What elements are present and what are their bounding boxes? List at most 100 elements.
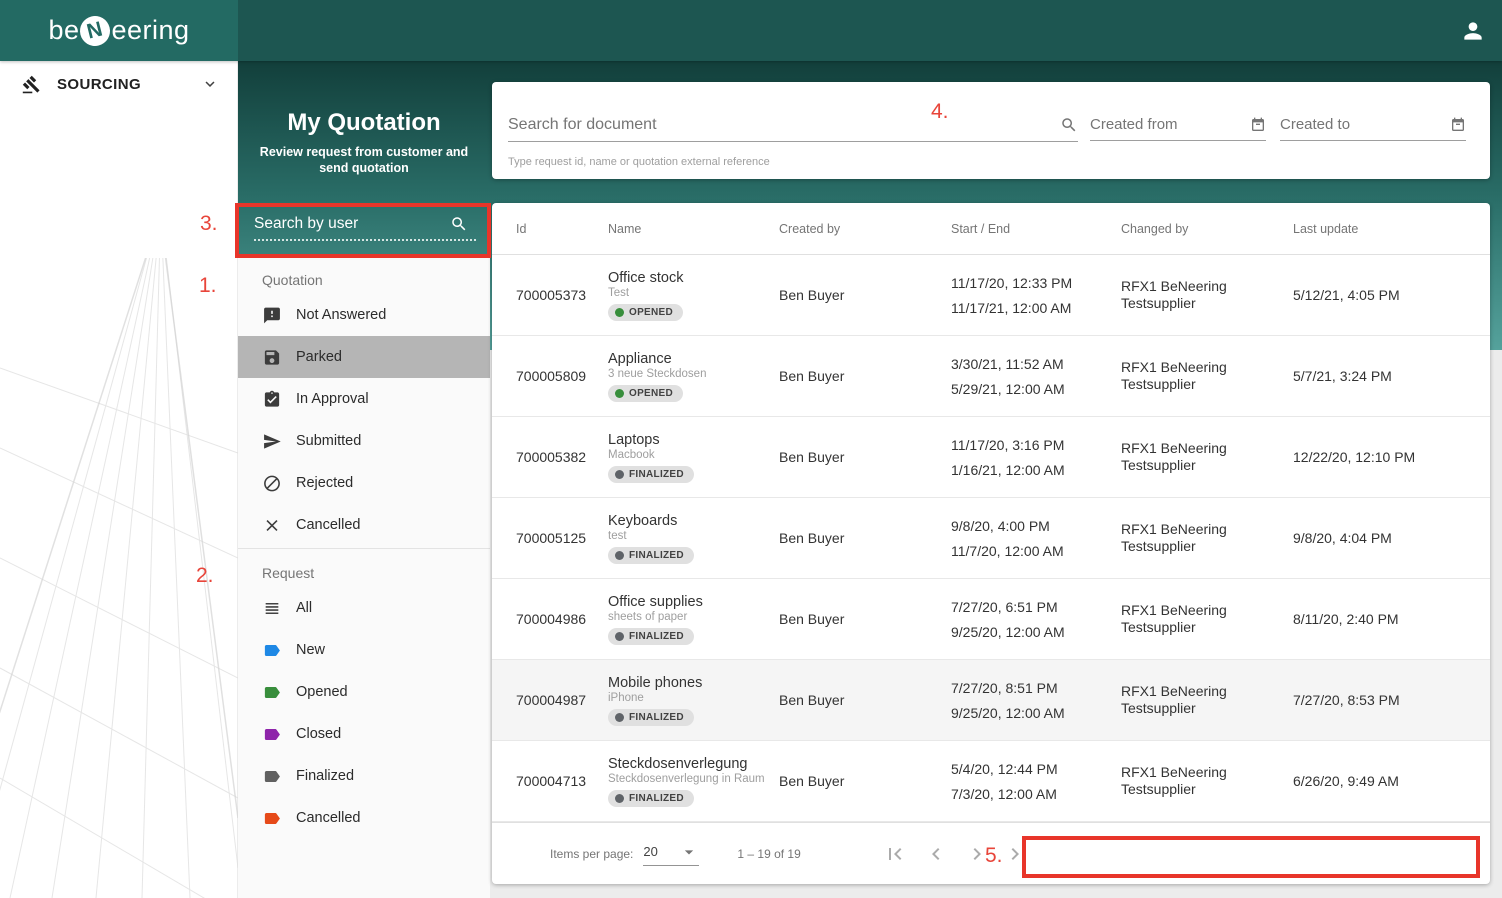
status-badge: FINALIZED	[608, 790, 694, 807]
label-icon	[262, 767, 282, 786]
cell-name: Office stock Test OPENED	[608, 270, 779, 321]
request-section-label: Request	[238, 549, 490, 587]
user-account-button[interactable]	[1460, 18, 1486, 44]
table-row[interactable]: 700004713 Steckdosenverlegung Steckdosen…	[492, 741, 1490, 822]
menu-item-rejected[interactable]: Rejected	[238, 462, 490, 504]
table-row[interactable]: 700005125 Keyboards test FINALIZED Ben B…	[492, 498, 1490, 579]
menu-item-quotation-cancelled[interactable]: Cancelled	[238, 504, 490, 546]
cell-start-end: 11/17/20, 12:33 PM11/17/21, 12:00 AM	[951, 276, 1121, 315]
status-dot	[615, 632, 624, 641]
status-dot	[615, 794, 624, 803]
sidebar-item-sourcing[interactable]: SOURCING	[0, 61, 237, 107]
menu-item-opened[interactable]: Opened	[238, 671, 490, 713]
status-badge: FINALIZED	[608, 709, 694, 726]
document-search-hint: Type request id, name or quotation exter…	[508, 156, 770, 168]
cell-changed-by: RFX1 BeNeering Testsupplier	[1121, 359, 1293, 393]
search-by-user-input[interactable]	[254, 215, 442, 233]
column-header-changed-by: Changed by	[1121, 222, 1293, 236]
cell-created-by: Ben Buyer	[779, 773, 951, 789]
menu-item-in-approval[interactable]: In Approval	[238, 378, 490, 420]
cell-last-update: 7/27/20, 8:53 PM	[1293, 692, 1490, 708]
annotation-2: 2.	[196, 564, 214, 588]
cell-start-end: 9/8/20, 4:00 PM11/7/20, 12:00 AM	[951, 519, 1121, 558]
menu-item-finalized[interactable]: Finalized	[238, 755, 490, 797]
cell-changed-by: RFX1 BeNeering Testsupplier	[1121, 278, 1293, 312]
created-to-input[interactable]	[1280, 116, 1450, 133]
quotation-section-label: Quotation	[238, 256, 490, 294]
cell-id: 700004986	[516, 611, 608, 627]
beneering-logo: beNeering	[48, 15, 189, 46]
label-icon	[262, 641, 282, 660]
cell-last-update: 12/22/20, 12:10 PM	[1293, 449, 1490, 465]
calendar-icon[interactable]	[1450, 117, 1466, 133]
annotation-3: 3.	[200, 212, 218, 236]
cell-start-end: 7/27/20, 6:51 PM9/25/20, 12:00 AM	[951, 600, 1121, 639]
cell-start-end: 11/17/20, 3:16 PM1/16/21, 12:00 AM	[951, 438, 1121, 477]
menu-item-not-answered[interactable]: Not Answered	[238, 294, 490, 336]
cell-name: Mobile phones iPhone FINALIZED	[608, 675, 779, 726]
menu-item-submitted[interactable]: Submitted	[238, 420, 490, 462]
cell-changed-by: RFX1 BeNeering Testsupplier	[1121, 521, 1293, 555]
annotation-5: 5.	[985, 844, 1003, 868]
page-range-label: 1 – 19 of 19	[737, 847, 857, 861]
cell-start-end: 3/30/21, 11:52 AM5/29/21, 12:00 AM	[951, 357, 1121, 396]
page-subtitle: Review request from customer and send qu…	[252, 145, 476, 176]
status-filter-menu: Quotation Not Answered Parked In Approva…	[238, 256, 490, 898]
status-dot	[615, 308, 624, 317]
created-from-input[interactable]	[1090, 116, 1250, 133]
menu-item-new[interactable]: New	[238, 629, 490, 671]
table-row[interactable]: 700005382 Laptops Macbook FINALIZED Ben …	[492, 417, 1490, 498]
cell-created-by: Ben Buyer	[779, 449, 951, 465]
cell-last-update: 9/8/20, 4:04 PM	[1293, 530, 1490, 546]
last-page-icon[interactable]	[1006, 842, 1030, 866]
quotation-panel-header: My Quotation Review request from custome…	[238, 61, 490, 206]
page-title: My Quotation	[238, 109, 490, 137]
cell-id: 700005125	[516, 530, 608, 546]
menu-item-parked[interactable]: Parked	[238, 336, 490, 378]
table-row[interactable]: 700005809 Appliance 3 neue Steckdosen OP…	[492, 336, 1490, 417]
calendar-icon[interactable]	[1250, 117, 1266, 133]
cell-changed-by: RFX1 BeNeering Testsupplier	[1121, 602, 1293, 636]
first-page-icon[interactable]	[883, 842, 907, 866]
search-by-user-box	[238, 205, 490, 257]
send-icon	[262, 432, 282, 451]
cell-last-update: 5/12/21, 4:05 PM	[1293, 287, 1490, 303]
table-row[interactable]: 700004986 Office supplies sheets of pape…	[492, 579, 1490, 660]
cell-created-by: Ben Buyer	[779, 368, 951, 384]
cell-changed-by: RFX1 BeNeering Testsupplier	[1121, 440, 1293, 474]
cell-id: 700004713	[516, 773, 608, 789]
approval-icon	[262, 390, 282, 409]
label-icon	[262, 809, 282, 828]
items-per-page-select[interactable]: 20	[643, 842, 699, 866]
document-filter-card: Type request id, name or quotation exter…	[492, 82, 1490, 179]
cell-changed-by: RFX1 BeNeering Testsupplier	[1121, 764, 1293, 798]
gavel-icon	[22, 75, 41, 94]
status-badge: FINALIZED	[608, 628, 694, 645]
document-search-input[interactable]	[508, 116, 1060, 134]
cell-last-update: 8/11/20, 2:40 PM	[1293, 611, 1490, 627]
table-row[interactable]: 700004987 Mobile phones iPhone FINALIZED…	[492, 660, 1490, 741]
cell-last-update: 5/7/21, 3:24 PM	[1293, 368, 1490, 384]
chevron-left-icon[interactable]	[924, 842, 948, 866]
cell-name: Office supplies sheets of paper FINALIZE…	[608, 594, 779, 645]
logo-n-mark: N	[77, 12, 113, 48]
menu-item-closed[interactable]: Closed	[238, 713, 490, 755]
dropdown-arrow-icon	[679, 842, 699, 862]
sourcing-label: SOURCING	[57, 76, 201, 93]
menu-item-all[interactable]: All	[238, 587, 490, 629]
search-icon	[450, 215, 468, 233]
column-header-start-end: Start / End	[951, 222, 1121, 236]
created-from-field	[1090, 116, 1266, 141]
annotation-1: 1.	[199, 274, 217, 298]
table-row[interactable]: 700005373 Office stock Test OPENED Ben B…	[492, 255, 1490, 336]
close-icon	[262, 516, 282, 535]
menu-item-request-cancelled[interactable]: Cancelled	[238, 797, 490, 839]
status-dot	[615, 551, 624, 560]
cell-created-by: Ben Buyer	[779, 692, 951, 708]
cell-name: Steckdosenverlegung Steckdosenverlegung …	[608, 756, 779, 807]
chevron-down-icon[interactable]	[201, 75, 219, 93]
logo-area: beNeering	[0, 0, 238, 61]
cell-created-by: Ben Buyer	[779, 530, 951, 546]
cell-name: Keyboards test FINALIZED	[608, 513, 779, 564]
search-icon	[1060, 116, 1078, 134]
